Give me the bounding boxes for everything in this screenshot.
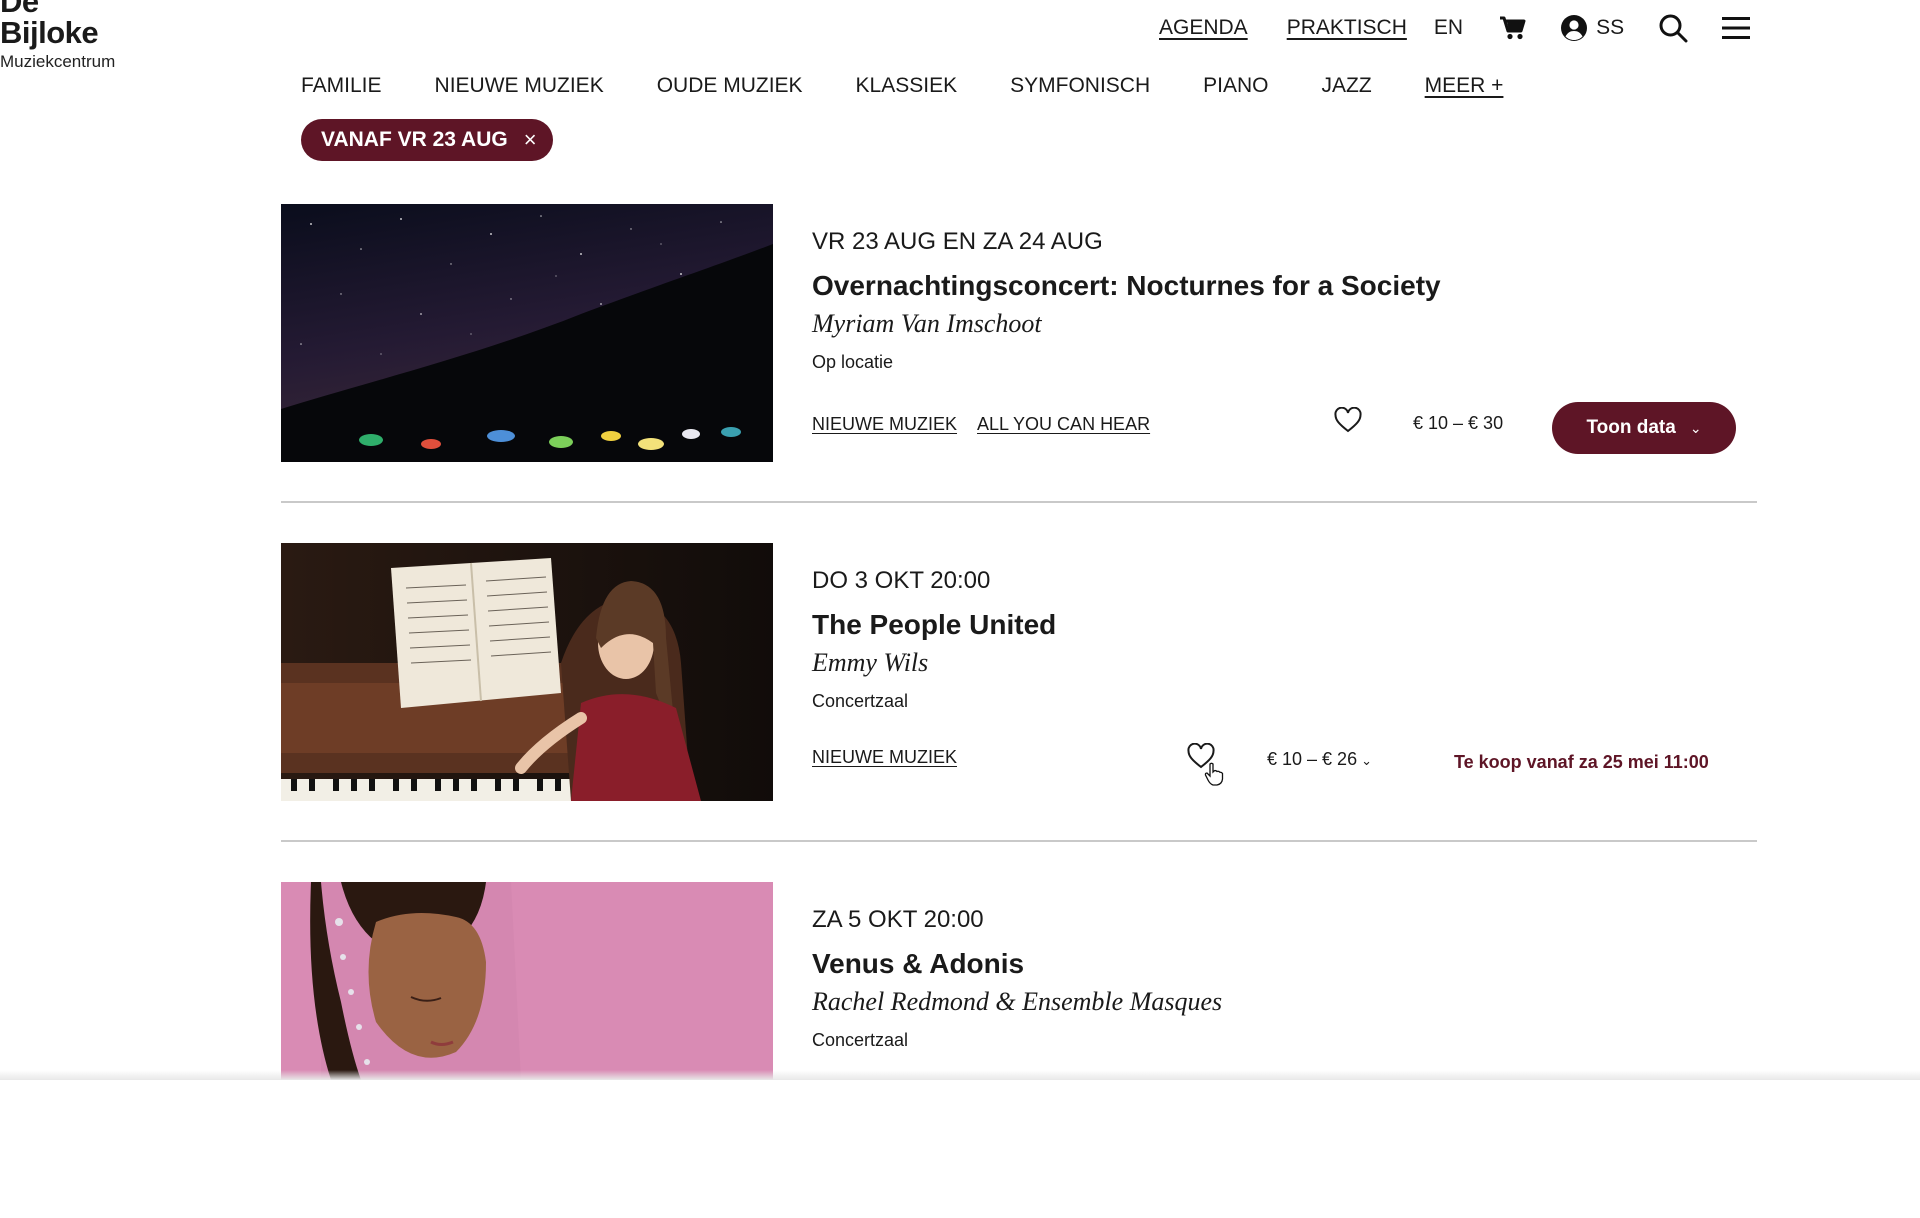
- event-divider: [281, 501, 1757, 503]
- event-card: VR 23 AUG EN ZA 24 AUG Overnachtingsconc…: [281, 204, 1757, 540]
- event-price-value: € 10 – € 26: [1267, 749, 1358, 769]
- event-price[interactable]: € 10 – € 26 ⌄: [1267, 749, 1372, 770]
- chevron-down-icon: ⌄: [1689, 419, 1702, 436]
- category-jazz[interactable]: JAZZ: [1321, 74, 1371, 98]
- event-performer: Myriam Van Imschoot: [812, 309, 1042, 338]
- event-image-starry-night[interactable]: [281, 204, 773, 462]
- event-image-pianist[interactable]: [281, 543, 773, 801]
- chevron-down-icon: ⌄: [1361, 753, 1372, 768]
- cart-icon[interactable]: [1499, 15, 1527, 41]
- top-navigation: AGENDA PRAKTISCH EN SS: [1159, 10, 1751, 46]
- event-title[interactable]: Venus & Adonis: [812, 948, 1024, 980]
- show-dates-label: Toon data: [1586, 417, 1676, 438]
- category-more-link[interactable]: MEER +: [1425, 74, 1504, 98]
- account-icon: [1561, 15, 1588, 41]
- date-filter-chip[interactable]: VANAF VR 23 AUG ×: [301, 119, 553, 161]
- logo-line-2: Bijloke: [0, 15, 99, 50]
- category-symfonisch[interactable]: SYMFONISCH: [1010, 74, 1150, 98]
- event-tags: NIEUWE MUZIEK ALL YOU CAN HEAR: [812, 414, 1170, 435]
- event-venue: Concertzaal: [812, 1030, 909, 1050]
- account-button[interactable]: SS: [1560, 14, 1624, 42]
- event-title[interactable]: The People United: [812, 609, 1056, 641]
- page-bottom-shadow: [0, 1070, 1920, 1080]
- event-performer: Emmy Wils: [812, 648, 929, 677]
- nav-praktisch-link[interactable]: PRAKTISCH: [1287, 16, 1407, 40]
- event-venue: Concertzaal: [812, 691, 909, 711]
- event-tags: NIEUWE MUZIEK: [812, 747, 977, 768]
- sale-start-note: Te koop vanaf za 25 mei 11:00: [1454, 752, 1709, 772]
- event-venue: Op locatie: [812, 352, 894, 372]
- event-performer: Rachel Redmond & Ensemble Masques: [812, 987, 1223, 1016]
- account-initials: SS: [1596, 16, 1625, 39]
- close-icon[interactable]: ×: [524, 127, 537, 153]
- category-oude-muziek[interactable]: OUDE MUZIEK: [657, 74, 803, 98]
- show-dates-button[interactable]: Toon data ⌄: [1552, 402, 1736, 454]
- event-date: VR 23 AUG EN ZA 24 AUG: [812, 228, 1103, 255]
- menu-icon[interactable]: [1722, 15, 1751, 41]
- tag-all-you-can-hear[interactable]: ALL YOU CAN HEAR: [977, 414, 1150, 435]
- favorite-heart-icon[interactable]: [1334, 406, 1362, 438]
- tag-nieuwe-muziek[interactable]: NIEUWE MUZIEK: [812, 414, 957, 435]
- event-date: DO 3 OKT 20:00: [812, 567, 991, 594]
- language-switch[interactable]: EN: [1434, 16, 1463, 40]
- logo-subtitle: Muziekcentrum: [0, 52, 116, 71]
- category-klassiek[interactable]: KLASSIEK: [856, 74, 958, 98]
- tag-nieuwe-muziek[interactable]: NIEUWE MUZIEK: [812, 747, 957, 768]
- favorite-heart-icon[interactable]: [1187, 742, 1215, 774]
- site-logo[interactable]: De Bijloke Muziekcentrum: [0, 0, 115, 70]
- event-price: € 10 – € 30: [1413, 413, 1504, 433]
- category-piano[interactable]: PIANO: [1203, 74, 1268, 98]
- event-divider: [281, 840, 1757, 842]
- nav-agenda-link[interactable]: AGENDA: [1159, 16, 1248, 40]
- event-title[interactable]: Overnachtingsconcert: Nocturnes for a So…: [812, 270, 1441, 302]
- event-card: ZA 5 OKT 20:00 Venus & Adonis Rachel Red…: [281, 882, 1757, 1218]
- category-nieuwe-muziek[interactable]: NIEUWE MUZIEK: [435, 74, 604, 98]
- category-familie[interactable]: FAMILIE: [301, 74, 382, 98]
- date-filter-label: VANAF VR 23 AUG: [321, 128, 508, 151]
- event-card: DO 3 OKT 20:00 The People United Emmy Wi…: [281, 543, 1757, 879]
- search-icon[interactable]: [1658, 13, 1688, 43]
- event-image-singer-portrait[interactable]: [281, 882, 773, 1080]
- category-nav: FAMILIE NIEUWE MUZIEK OUDE MUZIEK KLASSI…: [301, 74, 1503, 98]
- event-date: ZA 5 OKT 20:00: [812, 906, 984, 933]
